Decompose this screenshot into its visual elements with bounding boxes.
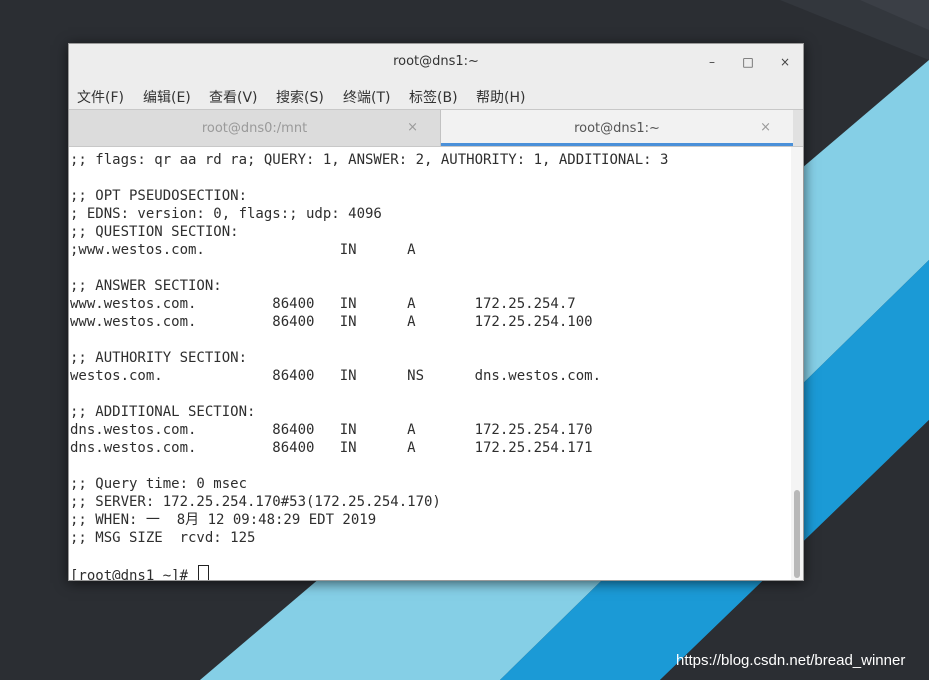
menu-file[interactable]: 文件(F) <box>77 87 124 107</box>
tab-dns0[interactable]: root@dns0:/mnt × <box>69 110 441 146</box>
text-cursor <box>198 565 210 580</box>
minimize-button[interactable]: – <box>702 52 722 72</box>
menu-search[interactable]: 搜索(S) <box>276 87 324 107</box>
title-bar[interactable]: root@dns1:~ – □ × <box>69 44 803 80</box>
tab-label: root@dns0:/mnt <box>201 121 308 136</box>
terminal-prompt-line[interactable]: [root@dns1 ~]# <box>70 565 210 580</box>
terminal-line: ;; QUESTION SECTION: <box>70 224 239 240</box>
scrollbar-thumb[interactable] <box>794 490 800 578</box>
menu-bar: 文件(F) 编辑(E) 查看(V) 搜索(S) 终端(T) 标签(B) 帮助(H… <box>69 80 803 109</box>
watermark-text: https://blog.csdn.net/bread_winner <box>676 652 906 669</box>
close-button[interactable]: × <box>775 52 795 72</box>
terminal-line: ;; Query time: 0 msec <box>70 476 248 492</box>
tab-close-icon[interactable]: × <box>760 120 771 135</box>
tab-dns1[interactable]: root@dns1:~ × <box>441 110 793 146</box>
terminal-line: dns.westos.com. 86400 IN A 172.25.254.17… <box>70 440 593 456</box>
terminal-line: ;; SERVER: 172.25.254.170#53(172.25.254.… <box>70 494 441 510</box>
terminal-line: ;; AUTHORITY SECTION: <box>70 350 248 366</box>
menu-view[interactable]: 查看(V) <box>209 87 258 107</box>
terminal-scrollbar[interactable] <box>791 147 803 580</box>
maximize-button[interactable]: □ <box>738 52 758 72</box>
terminal-line: ;; flags: qr aa rd ra; QUERY: 1, ANSWER:… <box>70 152 669 168</box>
terminal-line: ;; ADDITIONAL SECTION: <box>70 404 256 420</box>
shell-prompt: [root@dns1 ~]# <box>70 568 197 580</box>
terminal-line: ;www.westos.com. IN A <box>70 242 416 258</box>
terminal-output[interactable]: ;; flags: qr aa rd ra; QUERY: 1, ANSWER:… <box>69 147 791 580</box>
window-title: root@dns1:~ <box>393 54 479 69</box>
terminal-line: ; EDNS: version: 0, flags:; udp: 4096 <box>70 206 382 222</box>
menu-help[interactable]: 帮助(H) <box>476 87 525 107</box>
terminal-line: ;; ANSWER SECTION: <box>70 278 222 294</box>
terminal-line: dns.westos.com. 86400 IN A 172.25.254.17… <box>70 422 593 438</box>
terminal-line: ;; MSG SIZE rcvd: 125 <box>70 530 256 546</box>
tab-bar: root@dns0:/mnt × root@dns1:~ × <box>69 109 803 147</box>
menu-tabs[interactable]: 标签(B) <box>409 87 458 107</box>
terminal-line: www.westos.com. 86400 IN A 172.25.254.10… <box>70 314 593 330</box>
terminal-line: ;; OPT PSEUDOSECTION: <box>70 188 248 204</box>
terminal-line: westos.com. 86400 IN NS dns.westos.com. <box>70 368 602 384</box>
tab-label: root@dns1:~ <box>574 121 660 136</box>
terminal-line: www.westos.com. 86400 IN A 172.25.254.7 <box>70 296 576 312</box>
menu-terminal[interactable]: 终端(T) <box>343 87 390 107</box>
terminal-window: root@dns1:~ – □ × 文件(F) 编辑(E) 查看(V) 搜索(S… <box>68 43 804 581</box>
menu-edit[interactable]: 编辑(E) <box>143 87 191 107</box>
tab-close-icon[interactable]: × <box>407 120 418 135</box>
terminal-line: ;; WHEN: 一 8月 12 09:48:29 EDT 2019 <box>70 512 377 528</box>
